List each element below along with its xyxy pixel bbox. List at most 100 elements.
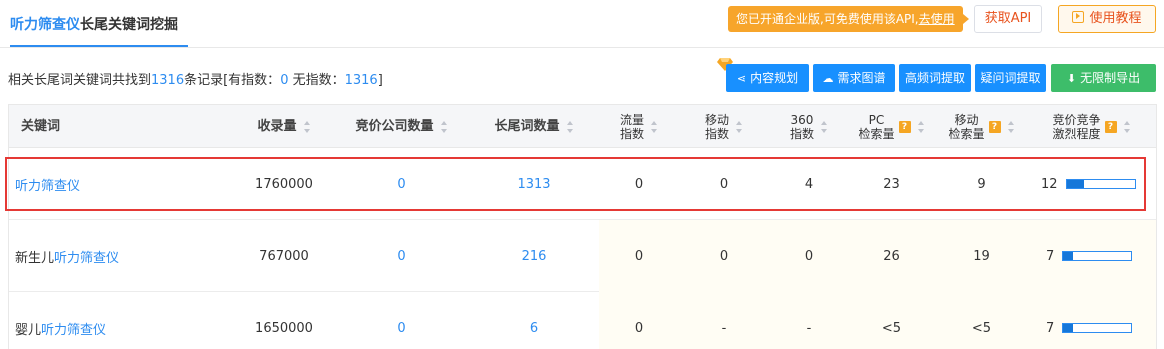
col-pc-label-1: PC xyxy=(868,112,885,127)
col-mobile-index[interactable]: 移动 指数 xyxy=(679,105,769,148)
competition-cell: 7 xyxy=(1046,292,1156,349)
col-keyword: 关键词 xyxy=(21,105,60,148)
sort-icon[interactable] xyxy=(303,120,311,133)
sort-icon[interactable] xyxy=(651,120,658,133)
col-mobile-search-label: 移动 检索量 xyxy=(948,113,984,141)
pc-search-cell: 26 xyxy=(883,248,900,264)
highlight-box xyxy=(5,157,1146,211)
sort-icon[interactable] xyxy=(821,120,828,133)
table-row: 婴儿听力筛查仪 1650000 0 6 0 - - <5 <5 7 xyxy=(9,292,1156,349)
demand-map-label: 需求图谱 xyxy=(837,71,886,85)
tutorial-button[interactable]: 使用教程 xyxy=(1058,5,1156,33)
sort-icon[interactable] xyxy=(566,120,574,133)
help-icon[interactable]: ? xyxy=(988,120,1001,133)
col-longtail-label: 长尾词数量 xyxy=(494,118,560,134)
col-indexed-label: 收录量 xyxy=(257,118,297,134)
api-notice: 您已开通企业版,可免费使用该API,去使用 xyxy=(728,6,969,32)
col-flow-label: 流量 指数 xyxy=(620,113,644,141)
competition-bar-fill xyxy=(1063,324,1073,332)
tutorial-label: 使用教程 xyxy=(1089,11,1142,26)
mobile-index-cell: 0 xyxy=(719,248,729,264)
content-plan-button[interactable]: ⋖ 内容规划 xyxy=(726,64,809,92)
col-mobile-label: 移动 指数 xyxy=(705,113,729,141)
col-longtail-count[interactable]: 长尾词数量 xyxy=(469,105,599,148)
competition-bar xyxy=(1062,323,1133,333)
col-flow-index[interactable]: 流量 指数 xyxy=(599,105,679,148)
col-indexed[interactable]: 收录量 xyxy=(239,105,329,148)
col-pc-search[interactable]: PC 检索量? xyxy=(844,105,939,148)
col-pc-label: PC 检索量 xyxy=(858,113,894,141)
share-nodes-icon: ⋖ xyxy=(736,72,747,85)
mobile-search-cell: <5 xyxy=(971,320,992,336)
bid-cell[interactable]: 0 xyxy=(339,292,464,349)
col-competition-label-2: 激烈程度 xyxy=(1052,126,1101,141)
tab-longtail-mining[interactable]: 听力筛查仪长尾关键词挖掘 xyxy=(10,14,178,34)
col-360-label: 360 指数 xyxy=(790,113,814,141)
export-button[interactable]: ⬇ 无限制导出 xyxy=(1051,64,1156,92)
export-label: 无限制导出 xyxy=(1080,71,1141,85)
tab-keyword: 听力筛查仪 xyxy=(10,17,80,33)
indexed-cell: 767000 xyxy=(259,248,309,264)
api-notice-text: 您已开通企业版,可免费使用该API, xyxy=(736,12,919,26)
pc-search-cell: <5 xyxy=(881,320,902,336)
mobile-search-cell: 19 xyxy=(973,248,990,264)
play-icon xyxy=(1072,11,1085,23)
summary-with-index-label: 条记录[有指数： xyxy=(184,73,281,88)
col-competition[interactable]: 竞价竞争 激烈程度? xyxy=(1029,105,1154,148)
bid-cell[interactable]: 0 xyxy=(339,220,464,292)
competition-value: 7 xyxy=(1046,248,1055,264)
indexed-cell: 1650000 xyxy=(255,320,313,336)
col-mobile-search[interactable]: 移动 检索量? xyxy=(934,105,1029,148)
sort-icon[interactable] xyxy=(1007,120,1015,133)
competition-cell: 7 xyxy=(1046,220,1156,292)
col-mobile-search-label-1: 移动 xyxy=(954,112,979,127)
keyword-table: 关键词 收录量 竞价公司数量 长尾词数量 流量 指数 移动 指数 360 指数 PC 检… xyxy=(8,104,1157,349)
keyword-cell[interactable]: 婴儿听力筛查仪 xyxy=(15,292,235,349)
col-360-label-2: 指数 xyxy=(789,126,814,141)
help-icon[interactable]: ? xyxy=(1104,120,1117,133)
competition-bar-fill xyxy=(1063,252,1073,260)
flow-cell: 0 xyxy=(634,320,644,336)
col-competition-label: 竞价竞争 激烈程度 xyxy=(1052,113,1100,141)
sort-icon[interactable] xyxy=(440,120,448,133)
question-words-button[interactable]: 疑问词提取 xyxy=(975,64,1046,92)
col-competition-label-1: 竞价竞争 xyxy=(1052,112,1101,127)
results-summary: 相关长尾词关键词共找到1316条记录[有指数：0 无指数：1316] xyxy=(8,69,383,88)
sort-icon[interactable] xyxy=(736,120,743,133)
tab-bar: 听力筛查仪长尾关键词挖掘 您已开通企业版,可免费使用该API,去使用 获取API… xyxy=(0,0,1164,48)
sort-icon[interactable] xyxy=(917,120,925,133)
keyword-link[interactable]: 新生儿听力筛查仪 xyxy=(15,247,119,266)
flow-cell: 0 xyxy=(634,248,644,264)
col-keyword-label: 关键词 xyxy=(21,118,61,134)
high-freq-button[interactable]: 高频词提取 xyxy=(899,64,971,92)
keyword-cell[interactable]: 新生儿听力筛查仪 xyxy=(15,220,235,292)
col-bid-companies[interactable]: 竞价公司数量 xyxy=(339,105,464,148)
summary-prefix: 相关长尾词关键词共找到 xyxy=(8,73,152,88)
col-pc-label-2: 检索量 xyxy=(858,126,895,141)
tab-label: 长尾关键词挖掘 xyxy=(80,17,178,33)
col-flow-label-2: 指数 xyxy=(619,126,644,141)
longtail-cell[interactable]: 6 xyxy=(469,292,599,349)
col-mobile-search-label-2: 检索量 xyxy=(948,126,985,141)
keyword-prefix: 婴儿 xyxy=(15,322,42,338)
get-api-button[interactable]: 获取API xyxy=(974,5,1042,33)
mobile-index-cell: - xyxy=(721,320,727,336)
index360-cell: 0 xyxy=(804,248,814,264)
sort-icon[interactable] xyxy=(1123,120,1131,133)
competition-value: 7 xyxy=(1046,320,1055,336)
api-use-link[interactable]: 去使用 xyxy=(919,12,955,26)
help-icon[interactable]: ? xyxy=(898,120,911,133)
keyword-link[interactable]: 婴儿听力筛查仪 xyxy=(15,319,106,338)
col-bid-label: 竞价公司数量 xyxy=(355,118,434,134)
table-row: 新生儿听力筛查仪 767000 0 216 0 0 0 26 19 7 xyxy=(9,220,1156,292)
table-header: 关键词 收录量 竞价公司数量 长尾词数量 流量 指数 移动 指数 360 指数 PC 检… xyxy=(9,105,1156,148)
col-mobile-label-1: 移动 xyxy=(704,112,729,127)
tab-active-indicator xyxy=(10,45,188,47)
summary-without-index: 1316 xyxy=(344,73,378,88)
longtail-cell[interactable]: 216 xyxy=(469,220,599,292)
keyword-highlight: 听力筛查仪 xyxy=(41,322,107,338)
keyword-highlight: 听力筛查仪 xyxy=(54,250,120,266)
col-360-index[interactable]: 360 指数 xyxy=(769,105,849,148)
summary-without-index-label: 无指数： xyxy=(288,73,345,88)
demand-map-button[interactable]: ☁ 需求图谱 xyxy=(813,64,895,92)
